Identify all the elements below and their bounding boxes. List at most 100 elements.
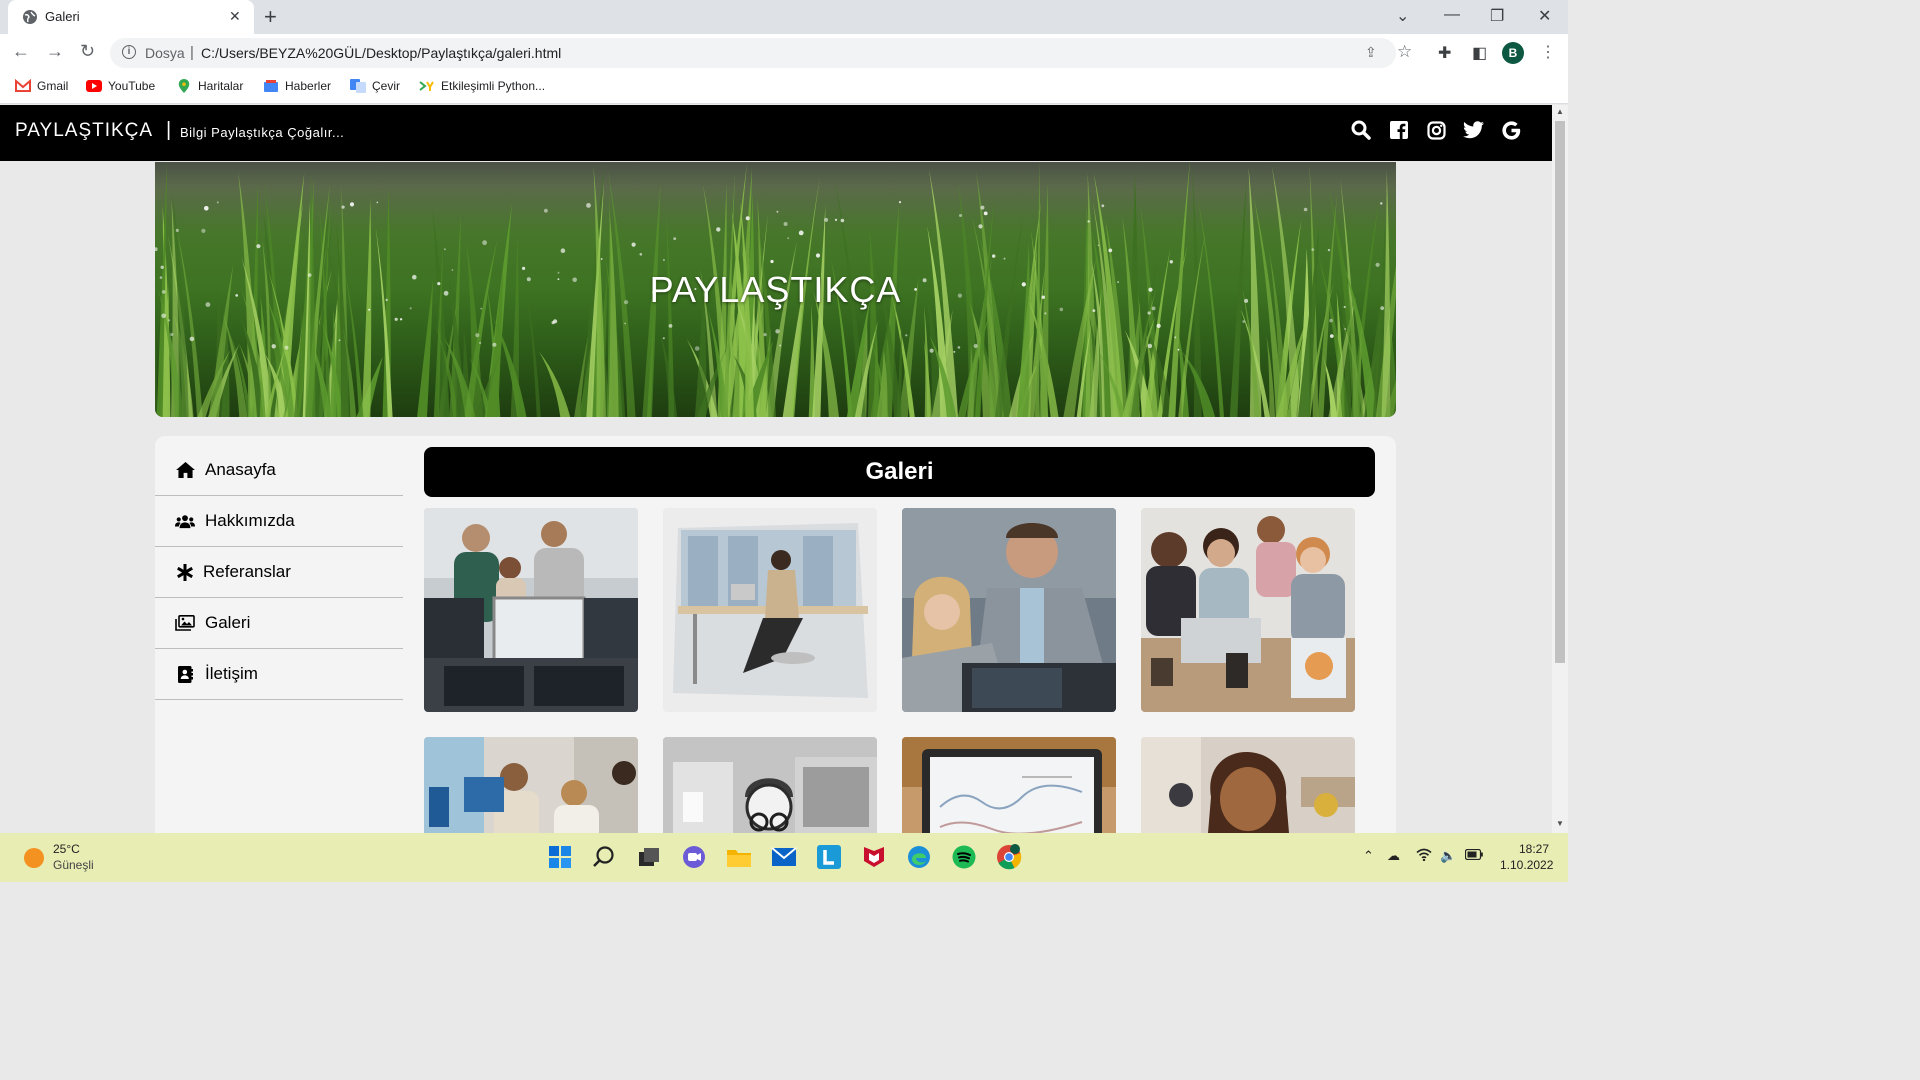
sidebar-item-hakkimizda[interactable]: Hakkımızda	[155, 496, 403, 547]
maps-pin-icon	[178, 79, 190, 93]
bookmark-label: Etkileşimli Python...	[441, 79, 546, 93]
instagram-icon[interactable]	[1425, 119, 1447, 141]
dew-drop	[376, 201, 379, 204]
edge-browser-icon[interactable]	[906, 844, 932, 870]
mcafee-icon[interactable]	[861, 844, 887, 870]
dew-drop	[256, 244, 261, 249]
gallery-photo[interactable]	[902, 737, 1116, 833]
file-explorer-icon[interactable]	[726, 844, 752, 870]
search-icon[interactable]	[1350, 119, 1372, 141]
dew-drop	[898, 201, 902, 204]
wifi-icon[interactable]	[1416, 848, 1432, 864]
search-taskbar-icon[interactable]	[591, 844, 617, 870]
back-button[interactable]: ←	[12, 41, 30, 62]
dew-drop	[978, 224, 983, 229]
dew-drop	[716, 227, 721, 232]
dew-drop	[1329, 318, 1333, 323]
sidebar-item-label: Hakkımızda	[205, 511, 295, 530]
dew-drop	[204, 206, 209, 211]
site-brand[interactable]: PAYLAŞTIKÇA	[15, 120, 153, 142]
info-icon[interactable]: i	[122, 45, 136, 59]
sidebar-item-label: İletişim	[205, 664, 258, 683]
scroll-up-arrow-icon[interactable]: ▲	[1556, 107, 1564, 116]
gallery-photo[interactable]	[424, 508, 638, 712]
dew-drop	[787, 237, 790, 240]
scrollbar-thumb[interactable]	[1555, 121, 1565, 663]
clock-date[interactable]: 1.10.2022	[1500, 858, 1553, 872]
chrome-icon[interactable]	[996, 844, 1022, 870]
mail-icon[interactable]	[771, 844, 797, 870]
share-icon[interactable]: ⇪	[1365, 44, 1377, 61]
gallery-photo[interactable]	[902, 508, 1116, 712]
tray-overflow-icon[interactable]: ⌃	[1363, 848, 1374, 864]
bookmark-haritalar[interactable]: Haritalar	[176, 79, 243, 93]
l-app-icon[interactable]	[816, 844, 842, 870]
windows-start-icon[interactable]	[547, 844, 573, 870]
extensions-icon[interactable]: ✚	[1438, 43, 1451, 63]
dew-drop	[779, 344, 782, 347]
forward-button[interactable]: →	[46, 41, 64, 62]
bookmark-python[interactable]: Etkileşimli Python...	[419, 79, 545, 93]
volume-icon[interactable]: 🔈	[1440, 848, 1456, 864]
bookmark-youtube[interactable]: YouTube	[86, 79, 155, 93]
dew-drop	[161, 313, 166, 319]
sun-weather-icon[interactable]	[24, 848, 44, 868]
browser-tab[interactable]: Galeri ✕	[8, 0, 254, 34]
bookmark-gmail[interactable]: Gmail	[15, 79, 68, 93]
weather-description[interactable]: Güneşli	[53, 858, 94, 872]
address-bar[interactable]: i Dosya | C:/Users/BEYZA%20GÜL/Desktop/P…	[110, 38, 1412, 68]
more-menu-icon[interactable]: ⋮	[1540, 42, 1556, 62]
colleagues-at-desk-image	[902, 508, 1116, 712]
sidebar-item-anasayfa[interactable]: Anasayfa	[155, 445, 403, 496]
dew-drop	[953, 350, 956, 353]
dew-drop	[1108, 248, 1113, 253]
clock-time[interactable]: 18:27	[1519, 842, 1549, 856]
facebook-icon[interactable]	[1388, 119, 1410, 141]
gallery-photo[interactable]	[1141, 508, 1355, 712]
gallery-photo[interactable]	[1141, 737, 1355, 833]
twitter-icon[interactable]	[1462, 119, 1484, 141]
dew-drop	[1311, 248, 1315, 251]
close-window-button[interactable]: ✕	[1538, 6, 1551, 26]
dew-drop	[1344, 328, 1347, 330]
onedrive-cloud-icon[interactable]: ☁	[1387, 848, 1400, 864]
sidebar-item-iletisim[interactable]: İletişim	[155, 649, 403, 700]
reload-button[interactable]: ↻	[80, 41, 95, 62]
url-text[interactable]: C:/Users/BEYZA%20GÜL/Desktop/Paylaştıkça…	[201, 45, 561, 61]
spotify-icon[interactable]	[951, 844, 977, 870]
close-tab-icon[interactable]: ✕	[229, 8, 241, 25]
minimize-button[interactable]: —	[1444, 6, 1460, 24]
gmail-icon	[15, 79, 31, 92]
dew-drop	[560, 248, 566, 253]
bookmark-star-icon[interactable]: ☆	[1397, 42, 1412, 62]
bookmark-haberler[interactable]: Haberler	[263, 79, 331, 93]
new-tab-button[interactable]: +	[264, 4, 277, 30]
scroll-down-arrow-icon[interactable]: ▼	[1556, 819, 1564, 828]
task-view-icon[interactable]	[636, 844, 662, 870]
bookmark-cevir[interactable]: Çevir	[350, 79, 400, 93]
chat-icon[interactable]	[681, 844, 707, 870]
grass-blade	[659, 332, 678, 417]
tab-search-icon[interactable]: ⌄	[1396, 6, 1409, 26]
dew-drop	[189, 336, 195, 342]
gallery-photo[interactable]	[663, 508, 877, 712]
dew-drop	[1177, 348, 1180, 351]
sidebar-item-referanslar[interactable]: Referanslar	[155, 547, 403, 598]
gallery-photo[interactable]	[424, 737, 638, 833]
dew-drop	[1330, 334, 1334, 338]
brand-separator: |	[166, 119, 172, 141]
gallery-photo[interactable]	[663, 737, 877, 833]
google-icon[interactable]	[1500, 119, 1522, 141]
woman-with-laptop-image	[663, 508, 877, 712]
illustration-man-glasses-image	[663, 737, 877, 833]
profile-avatar[interactable]: B	[1502, 42, 1524, 64]
restore-button[interactable]: ❐	[1490, 6, 1504, 26]
side-panel-icon[interactable]: ◧	[1472, 43, 1487, 63]
dew-drop	[983, 211, 988, 216]
sidebar-item-galeri[interactable]: Galeri	[155, 598, 403, 649]
weather-temperature[interactable]: 25°C	[53, 842, 80, 856]
dew-drop	[1303, 207, 1308, 212]
dew-drop	[624, 322, 626, 325]
vertical-scrollbar[interactable]: ▲ ▼	[1552, 105, 1568, 833]
battery-icon[interactable]	[1464, 848, 1483, 863]
